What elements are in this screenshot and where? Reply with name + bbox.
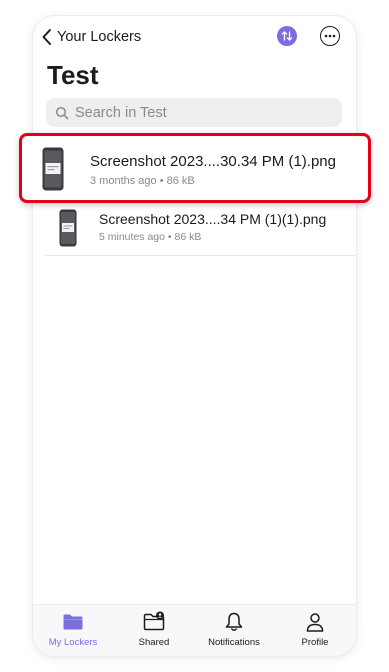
back-button[interactable]: Your Lockers [41, 26, 141, 48]
tab-notifications[interactable]: Notifications [198, 605, 270, 656]
tab-shared[interactable]: Shared [118, 605, 190, 656]
file-size: 86 kB [166, 175, 195, 187]
ellipsis-icon [324, 34, 336, 38]
tab-label: Shared [138, 637, 170, 648]
page-title: Test [47, 60, 99, 90]
search-input[interactable] [75, 104, 325, 121]
chevron-left-icon [42, 29, 51, 45]
person-icon [306, 613, 324, 632]
back-button-label: Your Lockers [57, 29, 142, 45]
folder-icon [63, 614, 83, 630]
file-meta: 3 months ago • 86 kB [90, 175, 195, 187]
tab-profile[interactable]: Profile [279, 605, 351, 656]
file-age: 5 minutes ago [99, 231, 165, 243]
file-thumbnail-icon [59, 209, 77, 247]
file-name: Screenshot 2023....34 PM (1)(1).png [99, 211, 327, 227]
file-age: 3 months ago [90, 175, 157, 187]
tab-label: Notifications [208, 637, 260, 648]
more-options-button[interactable] [320, 26, 340, 46]
bell-icon [225, 612, 243, 631]
navigation-bar: Your Lockers [33, 16, 356, 60]
file-row-highlighted[interactable]: Screenshot 2023....30.34 PM (1).png 3 mo… [19, 133, 371, 203]
search-icon [55, 106, 69, 119]
shared-folder-icon [143, 611, 165, 631]
file-row[interactable]: Screenshot 2023....34 PM (1)(1).png 5 mi… [45, 201, 356, 256]
tab-my-lockers[interactable]: My Lockers [37, 605, 109, 656]
file-size: 86 kB [174, 231, 202, 243]
app-screen: Your Lockers Test Search in Test Screens… [33, 16, 356, 656]
swap-arrows-icon [281, 31, 293, 41]
tab-label: Profile [301, 637, 329, 648]
search-bar[interactable] [46, 98, 342, 127]
tab-label: My Lockers [48, 637, 98, 648]
sort-button[interactable] [277, 26, 297, 46]
file-meta: 5 minutes ago • 86 kB [99, 231, 202, 243]
tab-bar: My Lockers Shared Notifications Profile [33, 604, 356, 656]
file-name: Screenshot 2023....30.34 PM (1).png [90, 153, 336, 170]
file-thumbnail-icon [42, 147, 64, 191]
